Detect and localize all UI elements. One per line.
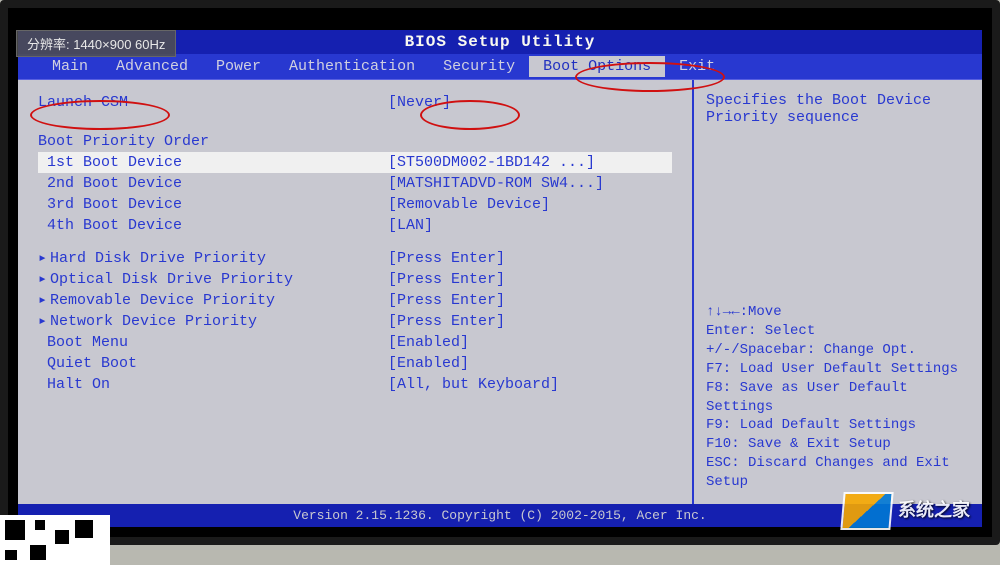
menu-exit[interactable]: Exit (665, 56, 729, 77)
bios-footer: Version 2.15.1236. Copyright (C) 2002-20… (18, 504, 982, 527)
boot-device-3-value: [Removable Device] (388, 194, 550, 215)
boot-menu-option[interactable]: Boot Menu [Enabled] (38, 332, 672, 353)
menu-boot-options[interactable]: Boot Options (529, 56, 665, 77)
network-priority-label: Network Device Priority (50, 313, 257, 330)
submenu-arrow-icon: ▸ (38, 269, 50, 290)
setting-launch-csm[interactable]: Launch CSM [Never] (38, 92, 672, 113)
help-key-f9: F9: Load Default Settings (706, 416, 970, 435)
halt-on-value: [All, but Keyboard] (388, 374, 559, 395)
watermark: 系统之家 (842, 492, 970, 530)
boot-device-4-value: [LAN] (388, 215, 433, 236)
menu-advanced[interactable]: Advanced (102, 56, 202, 77)
help-key-select: Enter: Select (706, 322, 970, 341)
help-key-change: +/-/Spacebar: Change Opt. (706, 341, 970, 360)
boot-menu-value: [Enabled] (388, 332, 469, 353)
boot-device-3[interactable]: 3rd Boot Device [Removable Device] (38, 194, 672, 215)
hdd-priority-value: [Press Enter] (388, 248, 505, 269)
menu-security[interactable]: Security (429, 56, 529, 77)
boot-priority-header: Boot Priority Order (38, 131, 672, 152)
monitor-osd: 分辨率: 1440×900 60Hz (16, 30, 176, 57)
quiet-boot-label: Quiet Boot (38, 353, 388, 374)
quiet-boot-option[interactable]: Quiet Boot [Enabled] (38, 353, 672, 374)
boot-device-4-label: 4th Boot Device (38, 215, 388, 236)
boot-device-2-label: 2nd Boot Device (38, 173, 388, 194)
hdd-priority-label: Hard Disk Drive Priority (50, 250, 266, 267)
help-key-f8: F8: Save as User Default Settings (706, 379, 970, 417)
boot-device-1-value: [ST500DM002-1BD142 ...] (388, 152, 595, 173)
help-key-f7: F7: Load User Default Settings (706, 360, 970, 379)
removable-priority-label: Removable Device Priority (50, 292, 275, 309)
help-key-f10: F10: Save & Exit Setup (706, 435, 970, 454)
boot-device-1-label: 1st Boot Device (38, 152, 388, 173)
optical-priority-value: [Press Enter] (388, 269, 505, 290)
boot-device-3-label: 3rd Boot Device (38, 194, 388, 215)
submenu-arrow-icon: ▸ (38, 311, 50, 332)
qr-code-fragment (0, 515, 110, 565)
quiet-boot-value: [Enabled] (388, 353, 469, 374)
menu-power[interactable]: Power (202, 56, 275, 77)
help-description: Specifies the Boot Device Priority seque… (706, 92, 970, 126)
boot-device-1[interactable]: 1st Boot Device [ST500DM002-1BD142 ...] (38, 152, 672, 173)
network-priority[interactable]: ▸Network Device Priority [Press Enter] (38, 311, 672, 332)
hdd-priority[interactable]: ▸Hard Disk Drive Priority [Press Enter] (38, 248, 672, 269)
submenu-arrow-icon: ▸ (38, 248, 50, 269)
help-panel: Specifies the Boot Device Priority seque… (692, 80, 982, 504)
launch-csm-value: [Never] (388, 92, 451, 113)
network-priority-value: [Press Enter] (388, 311, 505, 332)
menu-bar: Main Advanced Power Authentication Secur… (18, 54, 982, 80)
help-keys: ↑↓→←:Move Enter: Select +/-/Spacebar: Ch… (706, 283, 970, 492)
removable-priority[interactable]: ▸Removable Device Priority [Press Enter] (38, 290, 672, 311)
main-settings-panel: Launch CSM [Never] Boot Priority Order 1… (18, 80, 692, 504)
boot-menu-label: Boot Menu (38, 332, 388, 353)
halt-on-option[interactable]: Halt On [All, but Keyboard] (38, 374, 672, 395)
help-key-move: ↑↓→←:Move (706, 303, 970, 322)
bios-screen: BIOS Setup Utility Main Advanced Power A… (18, 30, 982, 527)
boot-device-2-value: [MATSHITADVD-ROM SW4...] (388, 173, 604, 194)
optical-priority[interactable]: ▸Optical Disk Drive Priority [Press Ente… (38, 269, 672, 290)
submenu-arrow-icon: ▸ (38, 290, 50, 311)
watermark-logo-icon (840, 492, 893, 530)
optical-priority-label: Optical Disk Drive Priority (50, 271, 293, 288)
menu-authentication[interactable]: Authentication (275, 56, 429, 77)
menu-main[interactable]: Main (38, 56, 102, 77)
boot-device-2[interactable]: 2nd Boot Device [MATSHITADVD-ROM SW4...] (38, 173, 672, 194)
boot-device-4[interactable]: 4th Boot Device [LAN] (38, 215, 672, 236)
help-key-esc: ESC: Discard Changes and Exit Setup (706, 454, 970, 492)
removable-priority-value: [Press Enter] (388, 290, 505, 311)
launch-csm-label: Launch CSM (38, 92, 388, 113)
halt-on-label: Halt On (38, 374, 388, 395)
